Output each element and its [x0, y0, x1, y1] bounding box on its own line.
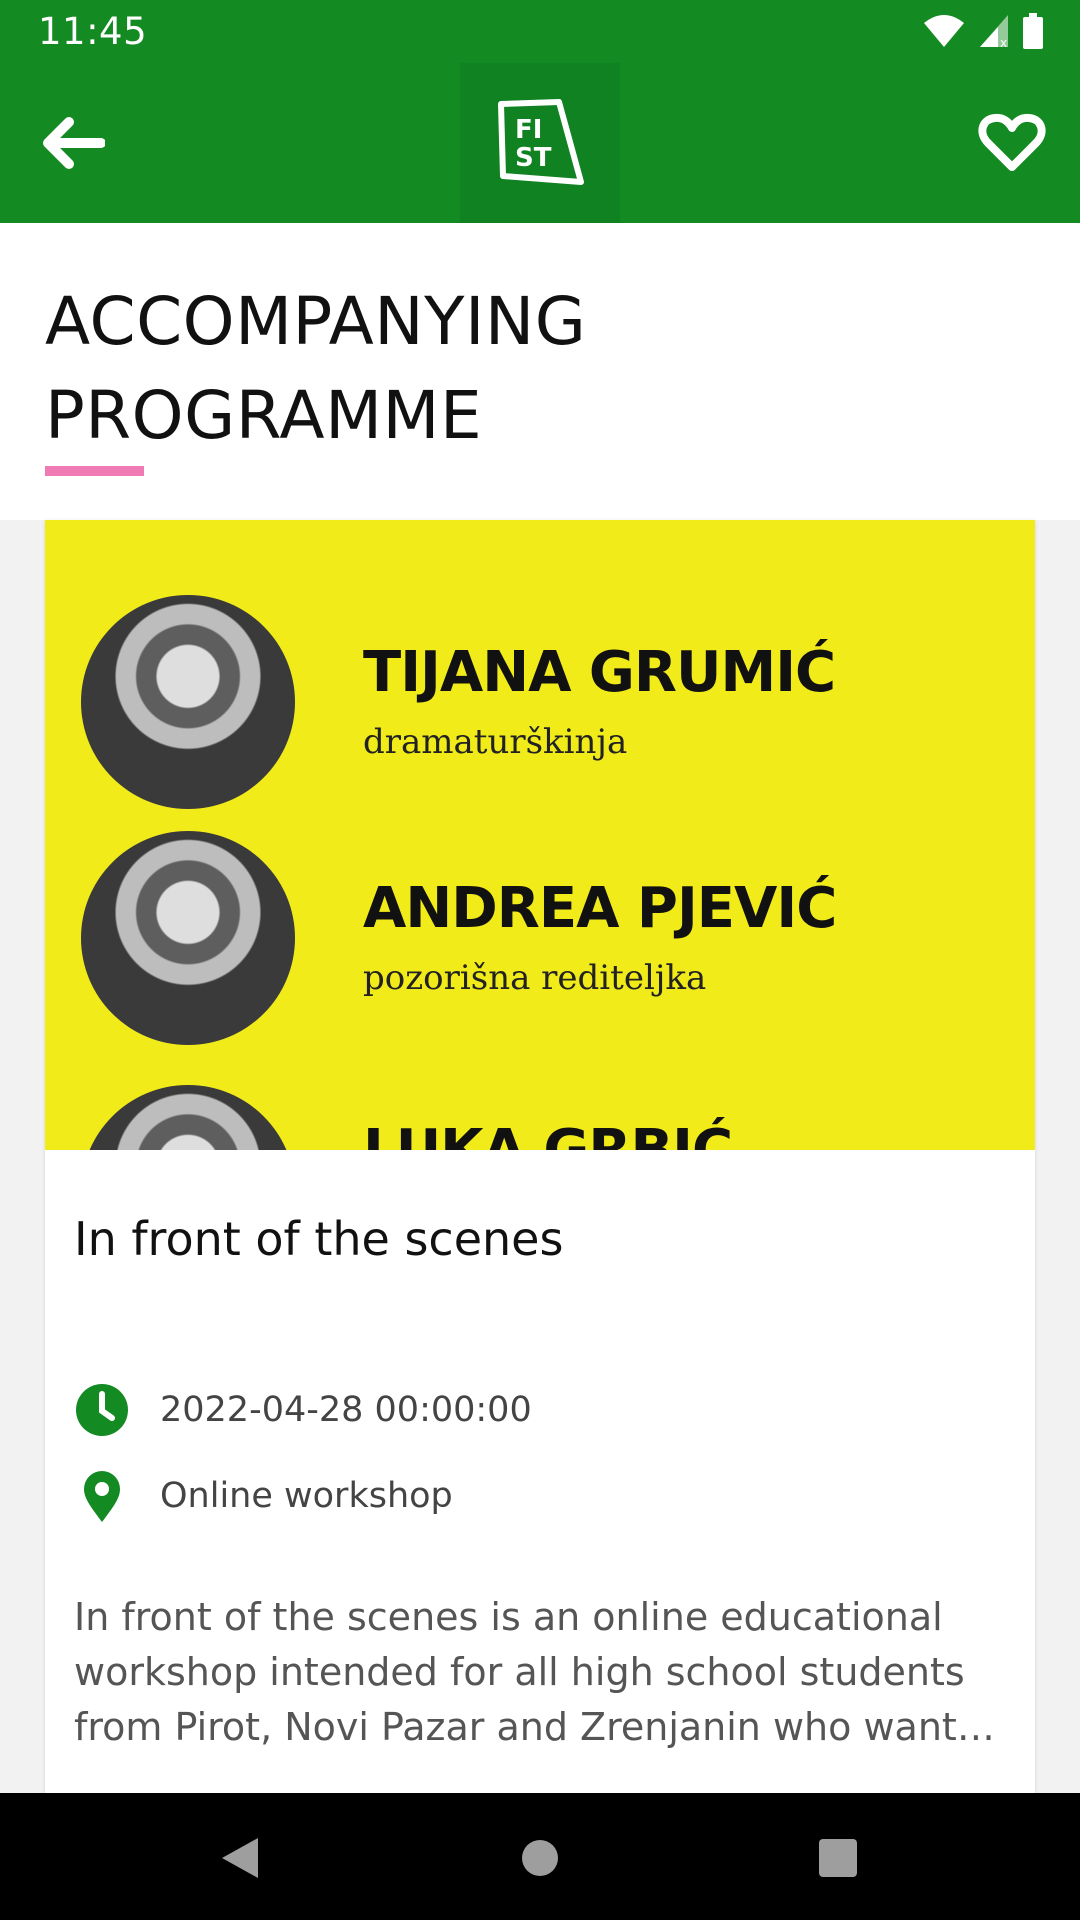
back-triangle-icon	[222, 1838, 258, 1878]
clock-icon	[74, 1382, 130, 1438]
person-role: pozorišna rediteljka	[363, 958, 707, 998]
app-bar: FI ST	[0, 63, 1080, 223]
event-description: In front of the scenes is an online educ…	[74, 1590, 1004, 1755]
wifi-icon	[922, 13, 966, 53]
location-pin-icon	[74, 1468, 130, 1524]
description-line: from Pirot, Novi Pazar and Zrenjanin who…	[74, 1705, 1004, 1749]
event-card[interactable]: TIJANA GRUMIĆ dramaturškinja ANDREA PJEV…	[45, 520, 1035, 1795]
back-button[interactable]	[34, 105, 110, 181]
event-banner-image: TIJANA GRUMIĆ dramaturškinja ANDREA PJEV…	[45, 520, 1035, 1150]
event-location-row: Online workshop	[74, 1468, 453, 1524]
event-location: Online workshop	[160, 1476, 453, 1516]
favorite-button[interactable]	[974, 105, 1050, 181]
battery-icon	[1022, 13, 1044, 53]
description-line: In front of the scenes is an online educ…	[74, 1595, 943, 1639]
home-circle-icon	[522, 1840, 558, 1876]
person-photo	[81, 1085, 295, 1150]
heart-outline-icon	[978, 113, 1046, 171]
page-title: ACCOMPANYING PROGRAMME	[45, 283, 587, 454]
system-nav-bar	[0, 1793, 1080, 1920]
status-icons: x	[922, 13, 1044, 53]
nav-recents-button[interactable]	[803, 1823, 873, 1893]
title-underline	[45, 466, 144, 476]
recents-square-icon	[819, 1839, 857, 1877]
arrow-left-icon	[43, 117, 105, 169]
event-title: In front of the scenes	[74, 1212, 564, 1266]
nav-back-button[interactable]	[205, 1823, 275, 1893]
nav-home-button[interactable]	[505, 1823, 575, 1893]
page-header: ACCOMPANYING PROGRAMME	[0, 223, 1080, 520]
event-datetime: 2022-04-28 00:00:00	[160, 1390, 532, 1430]
status-bar: 11:45 x	[0, 0, 1080, 63]
svg-text:x: x	[1000, 36, 1007, 49]
fist-logo: FI ST	[460, 63, 620, 223]
person-photo	[81, 831, 295, 1045]
description-line: workshop intended for all high school st…	[74, 1650, 965, 1694]
person-name: ANDREA PJEVIĆ	[363, 876, 837, 941]
status-time: 11:45	[38, 10, 148, 53]
person-role: dramaturškinja	[363, 722, 628, 762]
signal-icon: x	[978, 13, 1010, 53]
event-datetime-row: 2022-04-28 00:00:00	[74, 1382, 532, 1438]
person-name: TIJANA GRUMIĆ	[363, 640, 836, 705]
person-name: LUKA GRBIĆ	[363, 1118, 733, 1150]
logo-text-bottom: ST	[515, 143, 552, 173]
logo-text-top: FI	[515, 115, 542, 145]
person-photo	[81, 595, 295, 809]
